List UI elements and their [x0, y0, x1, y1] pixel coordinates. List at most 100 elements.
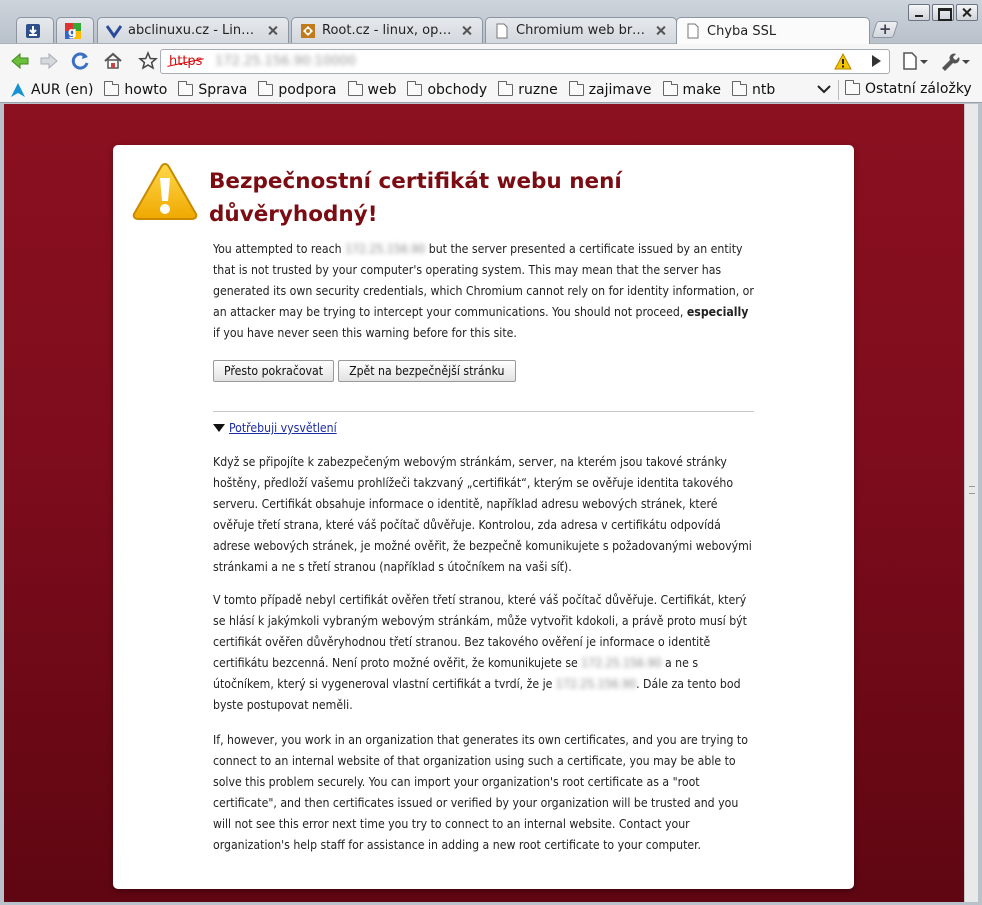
url-host: 172.25.156.90:10000: [215, 54, 356, 69]
intro-text-3: if you have never seen this warning befo…: [213, 326, 517, 340]
close-tab-icon[interactable]: [266, 24, 280, 38]
intro-text-1: You attempted to reach: [213, 242, 342, 256]
bookmark-folder-obchody[interactable]: obchody: [407, 80, 488, 98]
bookmark-label: Ostatní záložky: [865, 81, 972, 97]
page-action-button[interactable]: [864, 49, 888, 73]
folder-icon: [407, 80, 423, 96]
star-icon: [138, 51, 158, 70]
page-title: Bezpečnostní certifikát webu není důvěry…: [209, 169, 622, 227]
bookmark-folder-zajimave[interactable]: zajimave: [568, 80, 652, 98]
bookmark-folder-web[interactable]: web: [347, 80, 397, 98]
reload-icon: [71, 52, 89, 70]
blurred-host: 172.25.156.90: [555, 677, 637, 691]
page-icon: [494, 23, 510, 39]
warning-icon[interactable]: [834, 53, 852, 70]
explanation-paragraph-2: V tomto případě nebyl certifikát ověřen …: [213, 590, 758, 716]
forward-button[interactable]: [37, 49, 61, 73]
page-menu-button[interactable]: [899, 49, 931, 73]
bookmark-label: howto: [124, 81, 168, 98]
new-tab-button[interactable]: +: [871, 20, 899, 38]
close-tab-icon[interactable]: [654, 24, 668, 38]
google-icon: g: [65, 22, 81, 39]
bookmark-folder-ruzne[interactable]: ruzne: [498, 80, 558, 98]
back-to-safety-button[interactable]: Zpět na bezpečnější stránku: [338, 360, 516, 382]
tab-title: Chromium web brow...: [516, 23, 648, 38]
wrench-icon: [942, 53, 970, 71]
bookmark-label: AUR (en): [31, 81, 94, 98]
bookmarks-bar: AUR (en) howto Sprava podpora web obchod…: [0, 77, 982, 103]
plus-icon: +: [878, 20, 892, 38]
intro-paragraph: You attempted to reach 172.25.156.90 but…: [213, 239, 758, 344]
folder-icon: [498, 80, 514, 96]
expand-triangle-icon: [213, 424, 225, 432]
folder-icon: [178, 80, 194, 96]
bookmark-folder-make[interactable]: make: [662, 80, 721, 98]
bookmark-label: zajimave: [588, 81, 652, 98]
toolbar: https 172.25.156.90:10000: [0, 43, 982, 77]
bookmark-label: make: [682, 81, 721, 98]
bookmark-label: ruzne: [518, 81, 558, 98]
help-more-label: Potřebuji vysvětlení: [229, 421, 337, 435]
bookmark-aur[interactable]: AUR (en): [10, 82, 93, 98]
tab-google[interactable]: g: [56, 17, 94, 43]
forward-arrow-icon: [40, 52, 58, 70]
root-icon: [300, 23, 316, 39]
button-row: Přesto pokračovat Zpět na bezpečnější st…: [213, 360, 516, 382]
tab-title: abclinuxu.cz - Linux n...: [128, 23, 260, 38]
intro-emphasis: especially: [686, 305, 749, 319]
bookmark-label: Sprava: [198, 81, 248, 98]
minimize-button[interactable]: [908, 4, 930, 21]
close-tab-icon[interactable]: [460, 24, 474, 38]
settings-menu-button[interactable]: [938, 49, 972, 73]
page-menu-icon: [903, 52, 928, 70]
home-icon: [104, 52, 122, 69]
reload-button[interactable]: [69, 49, 93, 73]
arch-icon: [11, 82, 25, 97]
tab-title: Chyba SSL: [707, 23, 777, 39]
bookmark-star-button[interactable]: [136, 49, 160, 73]
bookmark-folder-podpora[interactable]: podpora: [258, 80, 337, 98]
url-scheme: https: [169, 54, 203, 69]
bookmark-folder-other[interactable]: Ostatní záložky: [845, 80, 972, 97]
back-arrow-icon: [11, 52, 29, 70]
play-icon: [872, 55, 881, 67]
divider: [213, 411, 754, 412]
tab-abclinuxu[interactable]: abclinuxu.cz - Linux n...: [97, 17, 289, 43]
folder-icon: [662, 80, 678, 96]
bookmark-label: obchody: [427, 81, 488, 98]
bookmarks-overflow-chevron-icon[interactable]: [817, 82, 831, 96]
window-frame: [978, 104, 982, 905]
proceed-anyway-button[interactable]: Přesto pokračovat: [213, 360, 335, 382]
explanation-paragraph-3: If, however, you work in an organization…: [213, 733, 748, 852]
folder-icon: [347, 80, 363, 96]
tab-downloads[interactable]: [16, 17, 54, 43]
scrollbar-grip[interactable]: [969, 486, 975, 494]
abclinuxu-icon: [106, 23, 122, 39]
address-bar[interactable]: https 172.25.156.90:10000: [160, 49, 890, 74]
warning-triangle-icon: [132, 162, 198, 220]
maximize-button[interactable]: [932, 4, 954, 21]
tab-title: Root.cz - linux, open ...: [322, 23, 454, 38]
help-more-link[interactable]: Potřebuji vysvětlení: [213, 421, 337, 435]
svg-text:g: g: [68, 25, 77, 39]
close-window-button[interactable]: [956, 4, 978, 21]
download-icon: [25, 23, 41, 39]
tab-strip: g abclinuxu.cz - Linux n... Root.cz - li…: [0, 0, 982, 44]
folder-icon: [104, 80, 120, 96]
bookmark-folder-howto[interactable]: howto: [104, 80, 168, 98]
vertical-scrollbar[interactable]: [964, 104, 978, 902]
tab-root[interactable]: Root.cz - linux, open ...: [291, 17, 483, 43]
bookmarks-separator: [838, 80, 839, 100]
tab-chromium[interactable]: Chromium web brow...: [485, 17, 677, 43]
back-button[interactable]: [8, 49, 32, 73]
tab-ssl-error[interactable]: Chyba SSL: [676, 17, 870, 44]
bookmark-folder-ntb[interactable]: ntb: [731, 80, 775, 98]
folder-icon: [568, 80, 584, 96]
page-icon: [685, 23, 701, 39]
folder-icon: [845, 80, 860, 95]
folder-icon: [258, 80, 274, 96]
home-button[interactable]: [101, 49, 125, 73]
bookmark-label: podpora: [278, 81, 337, 98]
bookmark-label: web: [367, 81, 397, 98]
bookmark-folder-sprava[interactable]: Sprava: [178, 80, 248, 98]
